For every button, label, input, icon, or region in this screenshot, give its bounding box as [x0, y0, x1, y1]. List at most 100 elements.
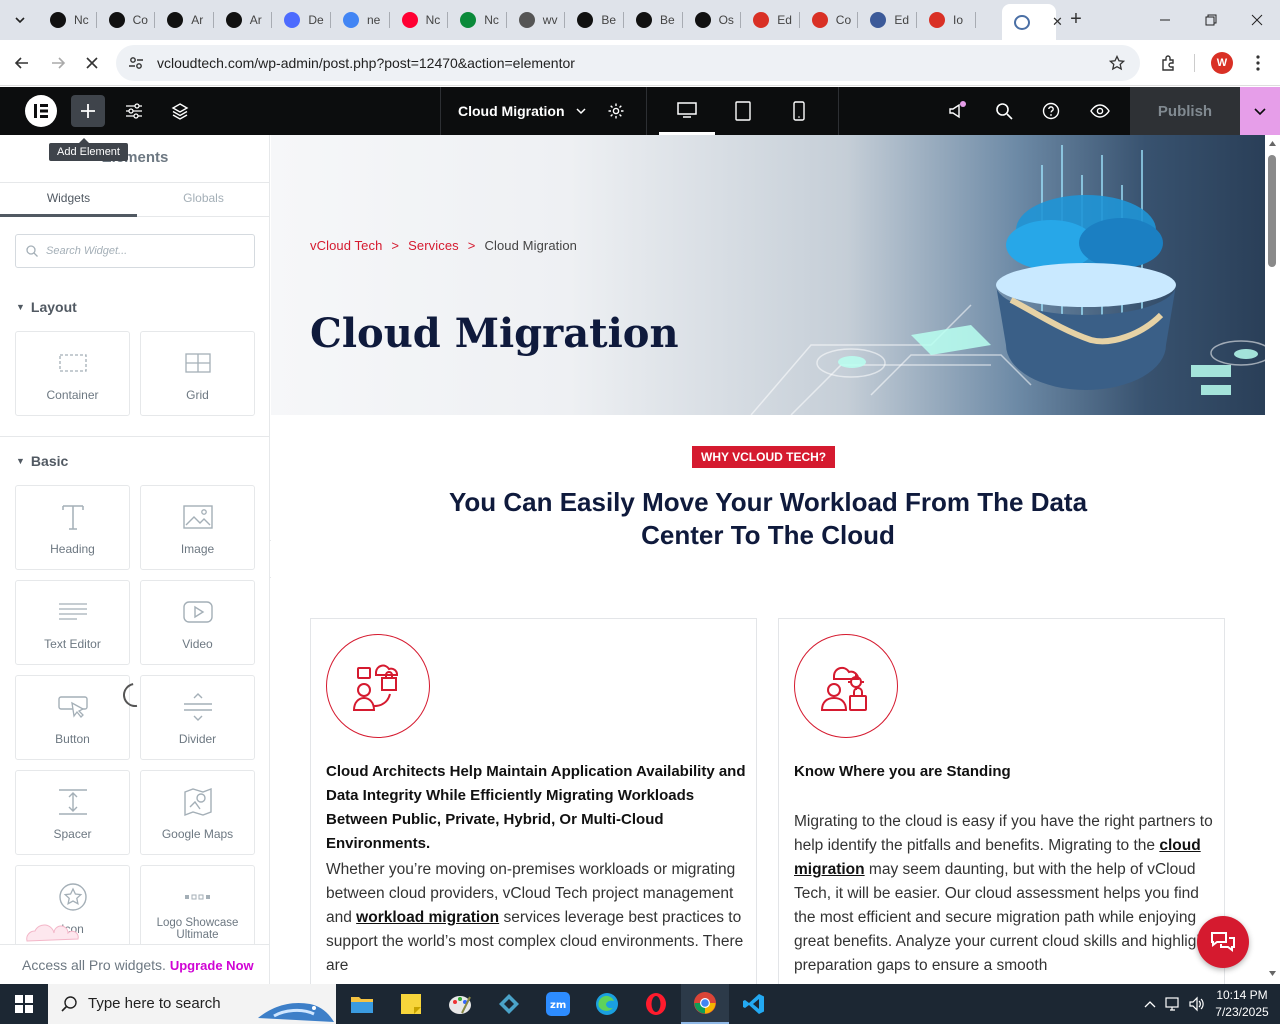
browser-tab[interactable]: Os [683, 4, 742, 36]
minimize-icon [1160, 19, 1170, 21]
close-tab-icon[interactable]: ✕ [1052, 14, 1063, 30]
browser-tab[interactable]: Be [565, 4, 624, 36]
publish-button[interactable]: Publish [1130, 87, 1240, 135]
widget-grid[interactable]: Grid [140, 331, 255, 416]
breadcrumb-home-link[interactable]: vCloud Tech [310, 238, 382, 253]
structure-button[interactable] [163, 95, 197, 127]
tab-globals[interactable]: Globals [137, 183, 269, 217]
elementor-logo-button[interactable] [25, 95, 57, 127]
browser-tab[interactable]: Nc [448, 4, 507, 36]
widget-spacer[interactable]: Spacer [15, 770, 130, 855]
browser-tab[interactable]: Ed [858, 4, 917, 36]
scroll-up-arrow-icon[interactable] [1268, 139, 1277, 147]
category-basic-toggle[interactable]: ▼ Basic [16, 453, 68, 469]
show-hidden-icons-button[interactable] [1140, 984, 1160, 1024]
minimize-button[interactable] [1142, 0, 1188, 40]
tab-active-elementor[interactable]: ✕ [1002, 4, 1063, 40]
scroll-down-arrow-icon[interactable] [1268, 970, 1277, 978]
close-icon [1251, 14, 1263, 26]
edge-taskbar-button[interactable] [583, 984, 631, 1024]
help-button[interactable] [1034, 95, 1068, 127]
chrome-taskbar-button[interactable] [681, 984, 729, 1024]
canvas-scrollbar[interactable] [1265, 135, 1280, 984]
new-tab-button[interactable]: + [1064, 8, 1088, 32]
feature-card-standing[interactable]: Know Where you are Standing Migrating to… [778, 618, 1225, 984]
profile-avatar[interactable]: W [1211, 52, 1233, 74]
kebab-menu-icon[interactable] [1250, 54, 1266, 72]
browser-tab[interactable]: Nc [38, 4, 97, 36]
widget-video[interactable]: Video [140, 580, 255, 665]
paint-taskbar-button[interactable] [436, 984, 484, 1024]
browser-tab[interactable]: Ar [214, 4, 273, 36]
restore-button[interactable] [1188, 0, 1234, 40]
eye-icon [1090, 104, 1110, 118]
whats-new-button[interactable] [940, 95, 974, 127]
taskbar-clock[interactable]: 10:14 PM 7/23/2025 [1207, 987, 1277, 1021]
widget-image[interactable]: Image [140, 485, 255, 570]
feature-card-architects[interactable]: Cloud Architects Help Maintain Applicati… [310, 618, 757, 984]
browser-tab[interactable]: wv [507, 4, 566, 36]
vscode-taskbar-button[interactable] [730, 984, 778, 1024]
widget-google-maps[interactable]: Google Maps [140, 770, 255, 855]
preview-button[interactable] [1083, 95, 1117, 127]
start-button[interactable] [0, 984, 48, 1024]
finder-search-button[interactable] [987, 95, 1021, 127]
widget-search-input[interactable]: Search Widget... [15, 234, 255, 268]
browser-tab[interactable]: Be [624, 4, 683, 36]
widget-text-editor[interactable]: Text Editor [15, 580, 130, 665]
breadcrumb-separator: > [391, 238, 400, 253]
category-layout-label: Layout [30, 299, 77, 315]
opera-taskbar-button[interactable] [632, 984, 680, 1024]
widget-button[interactable]: Button [15, 675, 130, 760]
tab-search-button[interactable] [6, 6, 34, 34]
browser-tab-label: Ed [894, 13, 910, 27]
workload-migration-link[interactable]: workload migration [356, 909, 499, 926]
browser-tab[interactable]: De [272, 4, 331, 36]
forward-button[interactable] [45, 50, 71, 76]
upgrade-now-link[interactable]: Upgrade Now [170, 958, 254, 973]
widget-container[interactable]: Container [15, 331, 130, 416]
site-settings-button[interactable] [117, 95, 151, 127]
sticky-notes-taskbar-button[interactable] [387, 984, 435, 1024]
mobile-view-button[interactable] [771, 87, 827, 135]
omnibox[interactable]: vcloudtech.com/wp-admin/post.php?post=12… [116, 45, 1140, 81]
browser-tab[interactable]: Co [97, 4, 156, 36]
browser-tab[interactable]: ne [331, 4, 390, 36]
gear-icon[interactable] [607, 102, 625, 120]
widget-heading[interactable]: Heading [15, 485, 130, 570]
tablet-view-button[interactable] [715, 87, 771, 135]
scrollbar-thumb[interactable] [1268, 155, 1276, 267]
breadcrumb-services-link[interactable]: Services [408, 238, 459, 253]
chrome-icon [694, 992, 716, 1014]
hero-banner[interactable]: vCloud Tech > Services > Cloud Migration Clo… [271, 135, 1265, 415]
browser-tab[interactable]: Co [800, 4, 859, 36]
browser-tab[interactable]: Ar [155, 4, 214, 36]
zoom-taskbar-button[interactable]: zm [534, 984, 582, 1024]
widget-divider[interactable]: Divider [140, 675, 255, 760]
volume-tray-button[interactable] [1186, 984, 1208, 1024]
browser-tab[interactable]: Ed [741, 4, 800, 36]
file-explorer-taskbar-button[interactable] [338, 984, 386, 1024]
chat-widget-button[interactable] [1197, 916, 1249, 968]
close-window-button[interactable] [1234, 0, 1280, 40]
category-layout-toggle[interactable]: ▼ Layout [16, 299, 77, 315]
bookmark-star-icon[interactable] [1109, 55, 1125, 71]
document-title-menu[interactable]: Cloud Migration [440, 87, 647, 135]
add-element-button[interactable] [71, 95, 105, 127]
widget-label: Text Editor [44, 637, 101, 651]
widget-logo-showcase[interactable]: Logo Showcase Ultimate [140, 865, 255, 950]
diamond-app-icon [499, 994, 519, 1014]
tab-widgets[interactable]: Widgets [0, 183, 137, 217]
publish-options-button[interactable] [1240, 87, 1280, 135]
taskbar-search-box[interactable]: Type here to search [48, 984, 336, 1024]
browser-tab[interactable]: Nc [390, 4, 449, 36]
openai-icon [225, 12, 242, 28]
stop-loading-button[interactable] [79, 50, 105, 76]
browser-tab-label: wv [542, 13, 558, 27]
app-taskbar-button[interactable] [485, 984, 533, 1024]
back-button[interactable] [9, 50, 35, 76]
desktop-view-button[interactable] [659, 87, 715, 135]
extensions-puzzle-icon[interactable] [1160, 54, 1178, 72]
network-tray-button[interactable] [1163, 984, 1185, 1024]
browser-tab[interactable]: Io [917, 4, 976, 36]
